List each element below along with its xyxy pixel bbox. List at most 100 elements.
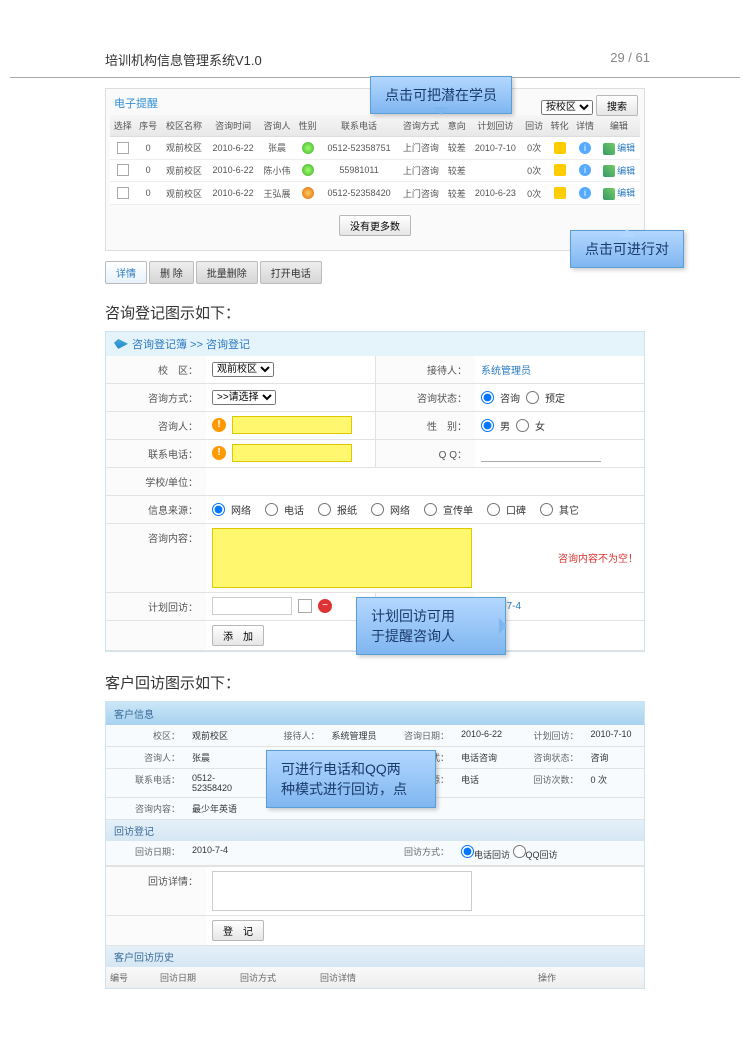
calendar-icon[interactable]	[298, 599, 312, 613]
bird-icon	[114, 339, 128, 349]
status-label: 咨询状态：	[375, 384, 475, 411]
table-row: 0观前校区2010-6-22王弘展0512-52358420上门咨询较差2010…	[110, 182, 640, 205]
visit-section: 回访登记	[106, 820, 644, 841]
callout-plan: 计划回访可用 于提醒咨询人	[356, 597, 506, 655]
required-icon: !	[212, 418, 226, 432]
callout-visit: 可进行电话和QQ两 种模式进行回访，点	[266, 750, 436, 808]
section-heading-2: 客户回访图示如下：	[105, 672, 645, 693]
hist-header: 回访详情	[316, 967, 534, 988]
checkbox-icon[interactable]	[117, 142, 129, 154]
table-header: 回访	[521, 115, 546, 137]
save-visit-button[interactable]: 登 记	[212, 920, 264, 941]
cust-header: 客户信息	[106, 702, 644, 725]
src-radio[interactable]	[371, 503, 384, 516]
info-icon[interactable]: i	[579, 187, 591, 199]
plan-input[interactable]	[212, 597, 292, 615]
doc-title: 培训机构信息管理系统V1.0	[105, 50, 262, 69]
tab-2[interactable]: 批量删除	[196, 261, 258, 284]
tab-bar: 详情删 除批量删除打开电话	[105, 261, 645, 284]
name-label: 咨询人：	[106, 412, 206, 439]
checkbox-icon[interactable]	[117, 187, 129, 199]
visit-phone-radio[interactable]	[461, 845, 474, 858]
table-row: 0观前校区2010-6-22陈小伟55981011上门咨询较差0次i 编辑	[110, 159, 640, 182]
no-more-button[interactable]: 没有更多数	[339, 215, 411, 236]
gender-icon	[302, 187, 314, 199]
required-icon: !	[212, 446, 226, 460]
phone-input[interactable]	[232, 444, 352, 462]
edit-icon[interactable]	[603, 143, 615, 155]
sex-radio-m[interactable]	[481, 419, 494, 432]
info-icon[interactable]: i	[579, 142, 591, 154]
src-radio[interactable]	[487, 503, 500, 516]
status-radio-2[interactable]	[526, 391, 539, 404]
tab-1[interactable]: 删 除	[149, 261, 194, 284]
content-textarea[interactable]	[212, 528, 472, 588]
visit-qq-radio[interactable]	[513, 845, 526, 858]
tab-0[interactable]: 详情	[105, 261, 147, 284]
submit-button[interactable]: 添 加	[212, 625, 264, 646]
table-header: 计划回访	[469, 115, 521, 137]
table-header: 详情	[572, 115, 597, 137]
data-table: 选择序号校区名称咨询时间咨询人性别联系电话咨询方式意向计划回访回访转化详情编辑 …	[110, 115, 640, 205]
table-header: 校区名称	[161, 115, 207, 137]
addr-label: 学校/单位：	[106, 468, 206, 495]
src-radio[interactable]	[318, 503, 331, 516]
doc-page: 29 / 61	[610, 50, 650, 69]
table-header: 编辑	[598, 115, 640, 137]
way-label: 咨询方式：	[106, 384, 206, 411]
qq-input[interactable]	[481, 444, 601, 462]
visit-detail-textarea[interactable]	[212, 871, 472, 911]
callout-right: 点击可进行对	[570, 230, 684, 268]
section-heading-1: 咨询登记图示如下：	[105, 302, 645, 323]
table-header: 选择	[110, 115, 135, 137]
campus-label: 校 区：	[106, 356, 206, 383]
filter-select[interactable]: 按校区	[541, 100, 593, 115]
table-header: 联系电话	[320, 115, 397, 137]
sex-label: 性 别：	[375, 412, 475, 439]
src-label: 信息来源：	[106, 496, 206, 523]
callout-top: 点击可把潜在学员	[370, 76, 512, 114]
plan-label: 计划回访：	[106, 593, 206, 620]
table-header: 咨询时间	[207, 115, 259, 137]
qq-label: Q Q：	[375, 440, 475, 467]
customer-panel: 客户信息 校区：观前校区 接待人：系统管理员 咨询日期：2010-6-22 计划…	[105, 701, 645, 989]
checkbox-icon[interactable]	[117, 164, 129, 176]
hist-header: 编号	[106, 967, 156, 988]
search-button[interactable]: 搜索	[596, 95, 638, 116]
history-section: 客户回访历史	[106, 946, 644, 967]
gender-icon	[302, 164, 314, 176]
content-label: 咨询内容：	[106, 524, 206, 592]
warning-text: 咨询内容不为空！	[558, 550, 638, 565]
src-radio[interactable]	[424, 503, 437, 516]
convert-icon[interactable]	[554, 164, 566, 176]
table-header: 咨询人	[259, 115, 295, 137]
table-header: 序号	[135, 115, 160, 137]
src-radio[interactable]	[540, 503, 553, 516]
src-radio[interactable]	[212, 503, 225, 516]
breadcrumb: 咨询登记簿 >> 咨询登记	[132, 336, 250, 352]
edit-icon[interactable]	[603, 165, 615, 177]
src-radio[interactable]	[265, 503, 278, 516]
edit-icon[interactable]	[603, 188, 615, 200]
name-input[interactable]	[232, 416, 352, 434]
hist-header: 回访方式	[236, 967, 316, 988]
convert-icon[interactable]	[554, 142, 566, 154]
table-header: 转化	[547, 115, 572, 137]
convert-icon[interactable]	[554, 187, 566, 199]
table-row: 0观前校区2010-6-22张晨0512-52358751上门咨询较差2010-…	[110, 137, 640, 160]
recv-value: 系统管理员	[481, 362, 531, 377]
hist-header: 操作	[534, 967, 644, 988]
phone-label: 联系电话：	[106, 440, 206, 467]
delete-icon[interactable]: −	[318, 599, 332, 613]
info-icon[interactable]: i	[579, 164, 591, 176]
hist-header: 回访日期	[156, 967, 236, 988]
gender-icon	[302, 142, 314, 154]
tab-3[interactable]: 打开电话	[260, 261, 322, 284]
register-form: 咨询登记簿 >> 咨询登记 校 区： 观前校区 接待人： 系统管理员 咨询方式：…	[105, 331, 645, 652]
sex-radio-f[interactable]	[516, 419, 529, 432]
recv-label: 接待人：	[375, 356, 475, 383]
status-radio-1[interactable]	[481, 391, 494, 404]
campus-select[interactable]: 观前校区	[212, 362, 274, 377]
table-header: 性别	[295, 115, 320, 137]
way-select[interactable]: >>请选择	[212, 390, 276, 405]
